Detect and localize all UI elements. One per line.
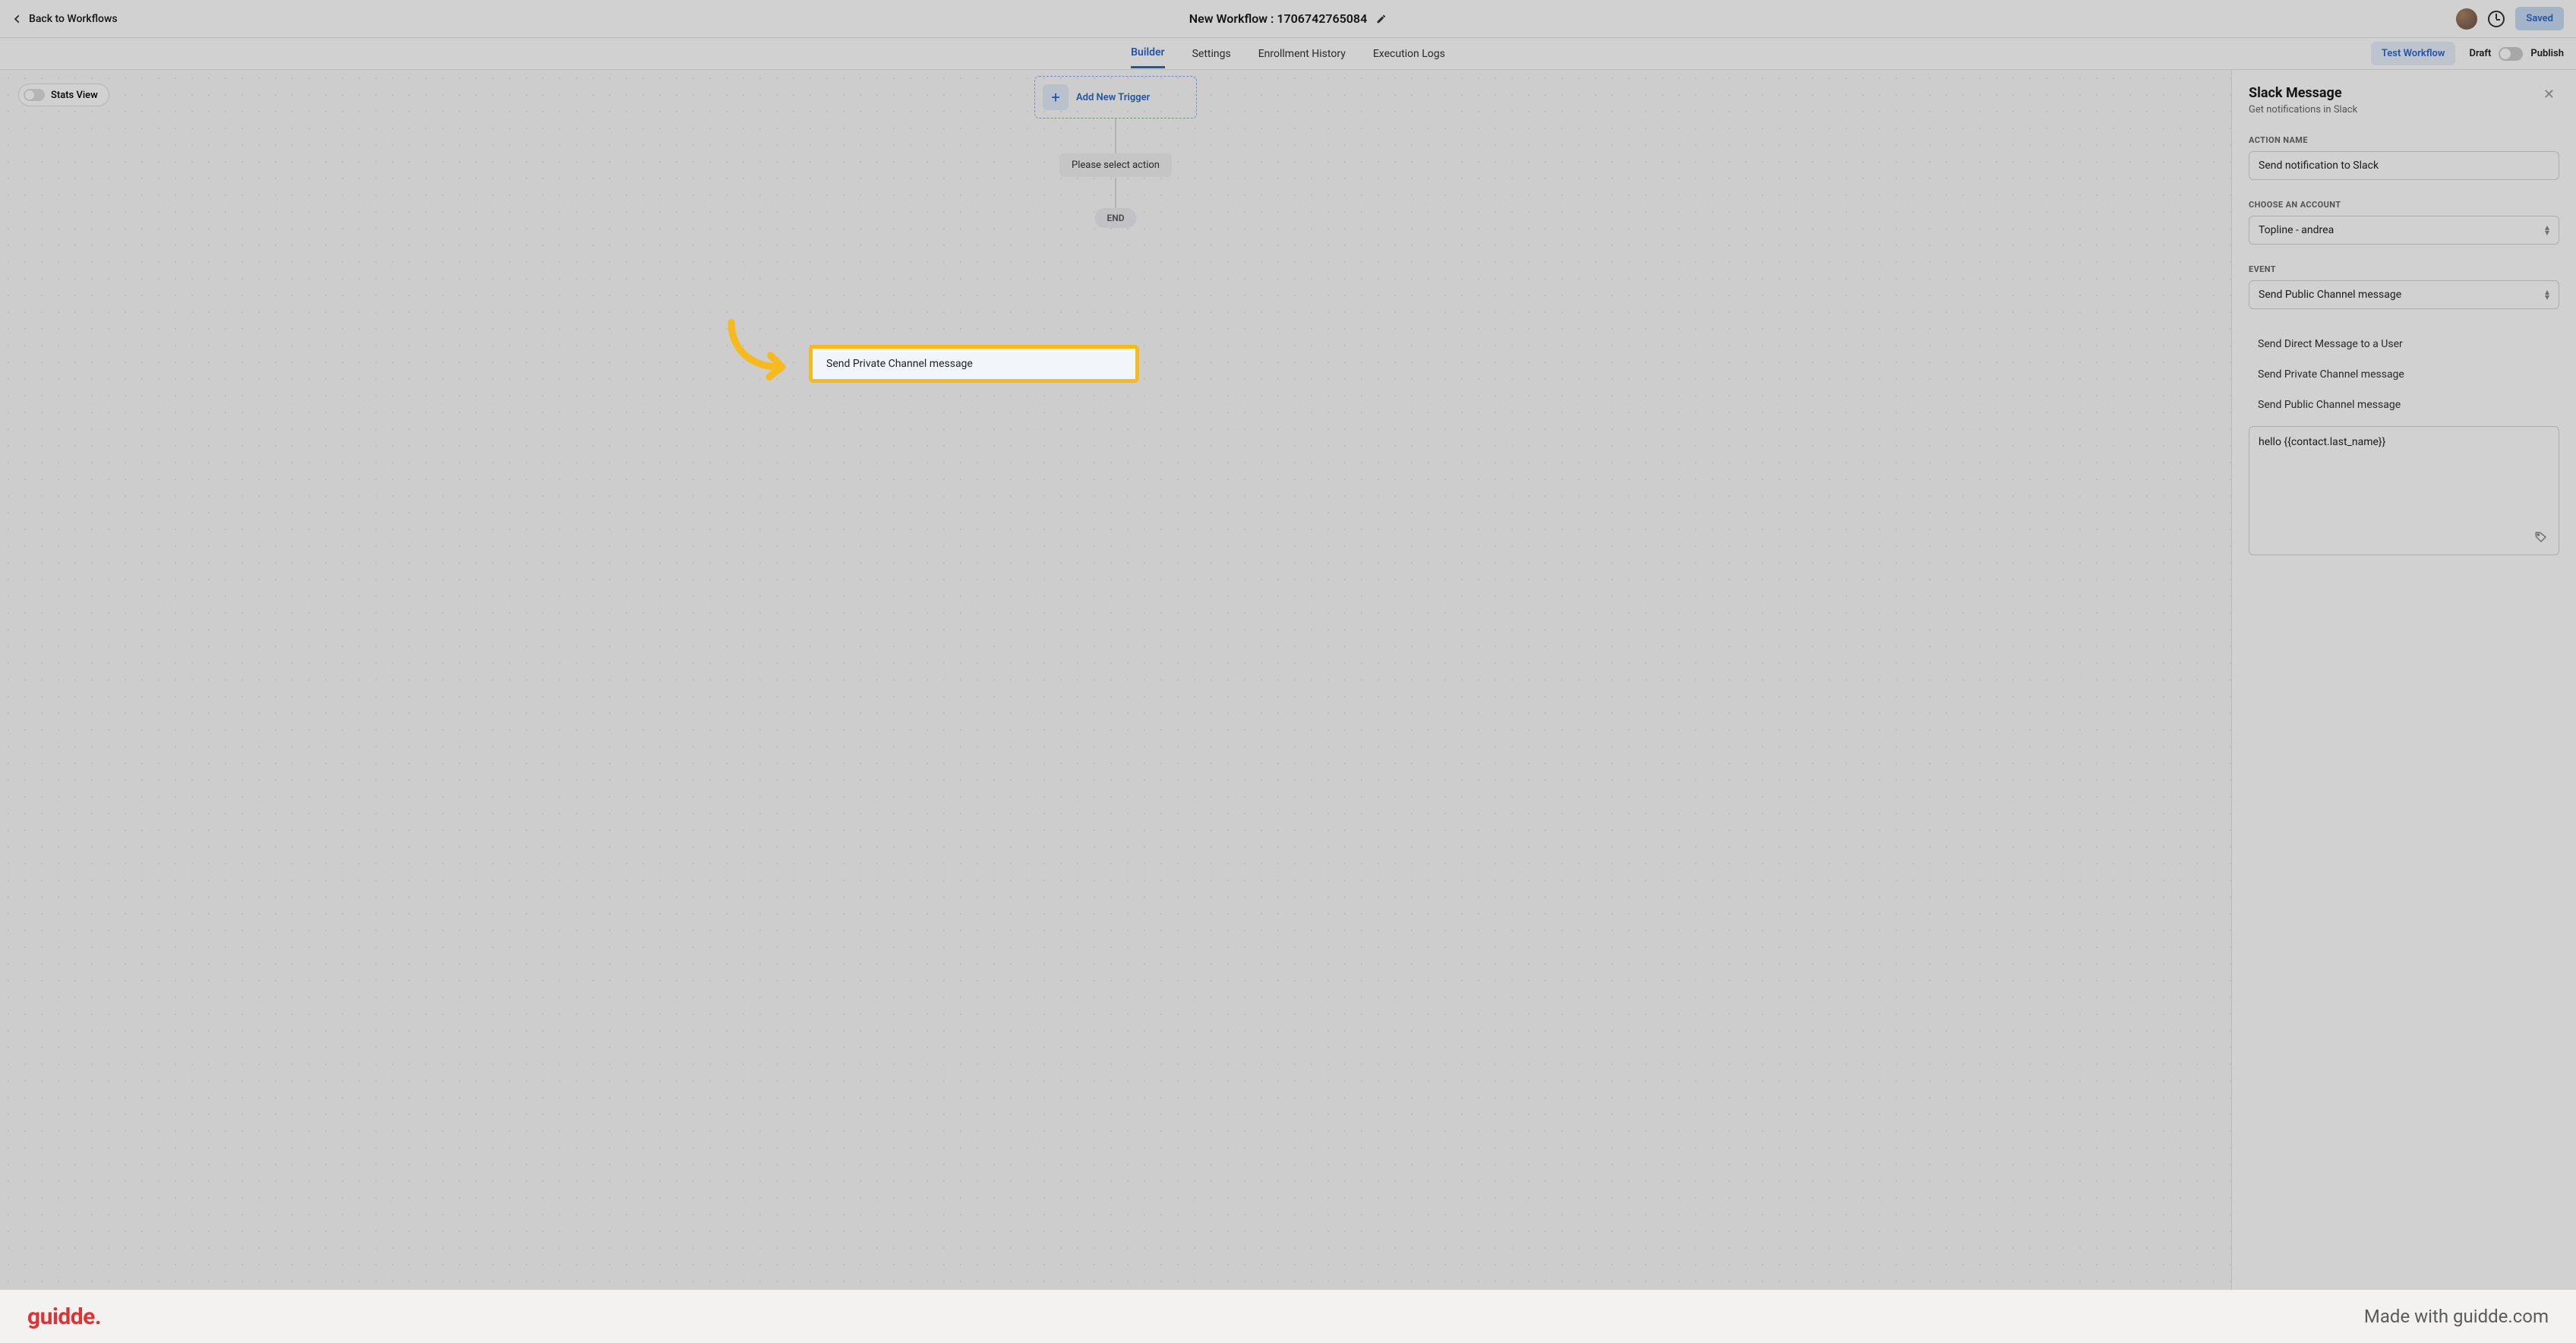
draft-publish-group: Draft Publish [2469,47,2564,61]
end-node: END [1094,208,1136,228]
account-value: Topline - andrea [2259,224,2334,236]
tab-execution-logs[interactable]: Execution Logs [1373,40,1445,68]
stats-view-pill[interactable]: Stats View [18,84,109,106]
workflow-canvas[interactable]: Stats View + Add New Trigger Please sele… [0,70,2231,1343]
tab-builder[interactable]: Builder [1131,39,1164,68]
event-value: Send Public Channel message [2259,289,2401,301]
tab-enrollment-history[interactable]: Enrollment History [1258,40,1346,68]
trigger-label: Add New Trigger [1076,92,1150,103]
edit-icon[interactable] [1376,14,1387,24]
event-dropdown-list: Send Direct Message to a User Send Priva… [2249,329,2559,420]
tab-settings[interactable]: Settings [1192,40,1231,68]
draft-label: Draft [2469,48,2491,59]
tutorial-highlight: Send Private Channel message [809,345,1139,383]
topbar-right: Saved [2456,7,2564,30]
select-chevrons-icon: ▴▾ [2545,289,2549,300]
guidde-logo: guidde. [27,1304,101,1330]
event-option-public-channel[interactable]: Send Public Channel message [2249,390,2559,420]
account-select[interactable]: Topline - andrea ▴▾ [2249,216,2559,245]
workflow-title-container: New Workflow : 1706742765084 [1189,11,1387,26]
back-to-workflows[interactable]: Back to Workflows [12,13,118,25]
publish-label: Publish [2530,48,2564,59]
event-option-private-channel[interactable]: Send Private Channel message [2249,359,2559,390]
made-with-text: Made with guidde.com [2364,1306,2549,1327]
close-icon[interactable]: ✕ [2539,85,2559,104]
tabbar-right: Test Workflow Draft Publish [2371,42,2564,65]
panel-subtitle: Get notifications in Slack [2249,104,2357,115]
side-panel: Slack Message Get notifications in Slack… [2231,70,2576,1343]
message-value: hello {{contact.last_name}} [2259,436,2385,448]
action-placeholder-node[interactable]: Please select action [1059,153,1172,177]
event-option-direct-message[interactable]: Send Direct Message to a User [2249,329,2559,359]
action-name-value: Send notification to Slack [2259,160,2379,172]
panel-title: Slack Message [2249,85,2357,101]
message-textarea[interactable]: hello {{contact.last_name}} [2249,426,2559,555]
select-chevrons-icon: ▴▾ [2545,225,2549,235]
action-name-label: ACTION NAME [2249,135,2559,145]
plus-icon: + [1043,84,1069,110]
guidde-footer: guidde. Made with guidde.com [0,1290,2576,1343]
panel-header: Slack Message Get notifications in Slack… [2249,85,2559,115]
main: Stats View + Add New Trigger Please sele… [0,70,2576,1343]
action-name-input[interactable]: Send notification to Slack [2249,151,2559,180]
stats-toggle[interactable] [24,89,45,101]
stats-label: Stats View [51,90,98,101]
saved-button[interactable]: Saved [2515,7,2564,30]
choose-account-label: CHOOSE AN ACCOUNT [2249,200,2559,210]
workflow-title: New Workflow : 1706742765084 [1189,11,1367,26]
tabbar: Builder Settings Enrollment History Exec… [0,38,2576,70]
topbar: Back to Workflows New Workflow : 1706742… [0,0,2576,38]
tag-icon[interactable] [2534,530,2548,544]
event-label: EVENT [2249,264,2559,274]
back-label: Back to Workflows [29,13,118,25]
highlighted-option[interactable]: Send Private Channel message [813,349,1135,379]
history-icon[interactable] [2488,11,2505,27]
avatar[interactable] [2456,8,2477,30]
publish-toggle[interactable] [2499,47,2523,61]
test-workflow-button[interactable]: Test Workflow [2371,42,2456,65]
add-new-trigger[interactable]: + Add New Trigger [1034,76,1197,118]
event-select[interactable]: Send Public Channel message ▴▾ [2249,280,2559,309]
chevron-left-icon [12,14,23,24]
